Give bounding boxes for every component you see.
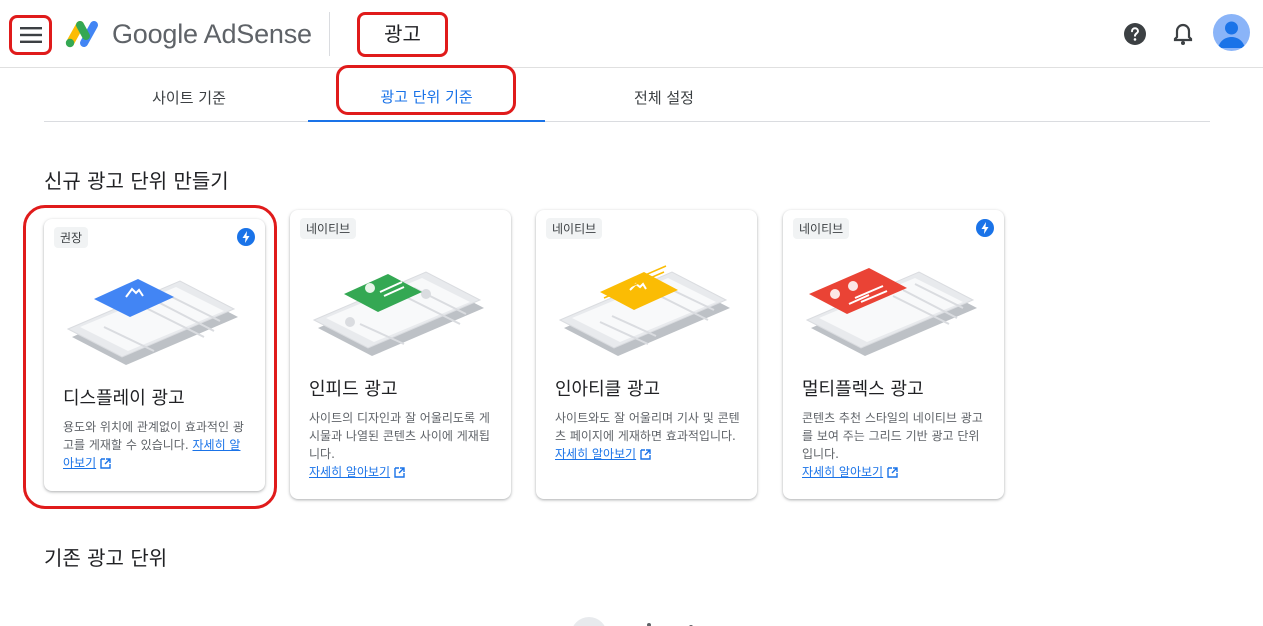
learn-more-link[interactable]: 자세히 알아보기 (309, 465, 390, 479)
card-description: 사이트와도 잘 어울리며 기사 및 콘텐츠 페이지에 게재하면 효과적입니다. … (555, 411, 740, 461)
card-title: 멀티플렉스 광고 (802, 379, 924, 400)
native-badge: 네이티브 (793, 218, 850, 239)
in-feed-ad-illustration (312, 271, 484, 356)
avatar[interactable] (1213, 14, 1250, 51)
menu-icon (19, 27, 42, 43)
in-feed-ad-card[interactable]: 네이티브 인피드 광고 사이트의 디자인과 잘 어울리도록 게시물과 나열된 콘… (290, 210, 511, 499)
bell-icon (1173, 23, 1193, 45)
multiplex-ad-illustration (805, 268, 977, 356)
top-app-bar: Google AdSense 광고 (0, 0, 1263, 68)
notifications-button[interactable] (1167, 18, 1199, 50)
create-section-heading: 신규 광고 단위 만들기 (44, 169, 229, 193)
card-title: 인아티클 광고 (555, 379, 661, 400)
empty-state-illustration (573, 617, 693, 626)
open-in-new-icon (100, 458, 111, 469)
learn-more-link[interactable]: 자세히 알아보기 (555, 447, 636, 461)
page-title: 광고 (357, 12, 448, 57)
main-menu-button[interactable] (9, 15, 52, 55)
bolt-icon (976, 219, 994, 237)
multiplex-ad-card[interactable]: 네이티브 멀티플렉스 광고 콘텐츠 추천 스타일의 네이티브 광고를 보여 주는… (783, 210, 1004, 499)
display-ad-illustration (66, 279, 238, 365)
native-badge: 네이티브 (300, 218, 357, 239)
card-description: 콘텐츠 추천 스타일의 네이티브 광고를 보여 주는 그리드 기반 광고 단위입… (802, 411, 983, 479)
card-description: 용도와 위치에 관계없이 효과적인 광고를 게재할 수 있습니다. 자세히 알아… (63, 420, 244, 470)
bolt-icon (237, 228, 255, 246)
ad-tabs: 사이트 기준 광고 단위 기준 전체 설정 (44, 72, 1210, 122)
tab-by-site[interactable]: 사이트 기준 (104, 72, 274, 122)
open-in-new-icon (887, 467, 898, 478)
existing-units-heading: 기존 광고 단위 (44, 546, 168, 570)
in-article-ad-illustration (558, 265, 730, 356)
header-divider (329, 12, 330, 56)
app-brand-name[interactable]: Google AdSense (112, 19, 312, 50)
tab-global-settings[interactable]: 전체 설정 (579, 72, 749, 122)
card-title: 인피드 광고 (309, 379, 398, 400)
tab-by-ad-unit[interactable]: 광고 단위 기준 (308, 72, 545, 122)
card-description: 사이트의 디자인과 잘 어울리도록 게시물과 나열된 콘텐츠 사이에 게재됩니다… (309, 411, 490, 479)
recommended-badge: 권장 (54, 227, 89, 248)
account-icon (1218, 21, 1245, 48)
native-badge: 네이티브 (546, 218, 603, 239)
help-button[interactable] (1119, 18, 1151, 50)
learn-more-link[interactable]: 자세히 알아보기 (802, 465, 883, 479)
card-title: 디스플레이 광고 (63, 388, 185, 409)
display-ad-card[interactable]: 권장 디스플레이 광고 용도와 위치에 관계없이 효과적인 광고를 게재할 수 … (44, 219, 265, 491)
help-icon (1124, 23, 1146, 45)
open-in-new-icon (394, 467, 405, 478)
in-article-ad-card[interactable]: 네이티브 인아티클 광고 사이트와도 잘 어울리며 기사 및 콘텐츠 페이지에 … (536, 210, 757, 499)
open-in-new-icon (640, 449, 651, 460)
adsense-logo-icon (65, 21, 98, 48)
